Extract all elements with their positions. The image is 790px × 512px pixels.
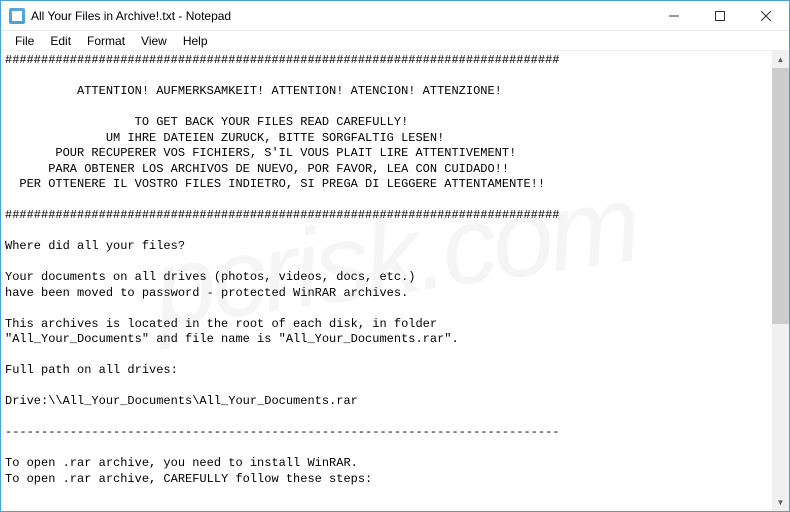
text-content[interactable]: ########################################… [1, 51, 772, 511]
menu-file[interactable]: File [7, 32, 42, 50]
close-icon [761, 11, 771, 21]
menu-view[interactable]: View [133, 32, 175, 50]
maximize-icon [715, 11, 725, 21]
scroll-thumb[interactable] [772, 68, 789, 324]
content-area: ########################################… [1, 51, 789, 511]
notepad-window: All Your Files in Archive!.txt - Notepad… [0, 0, 790, 512]
minimize-button[interactable] [651, 1, 697, 30]
scroll-up-arrow[interactable]: ▲ [772, 51, 789, 68]
notepad-icon [9, 8, 25, 24]
minimize-icon [669, 11, 679, 21]
menu-help[interactable]: Help [175, 32, 216, 50]
window-title: All Your Files in Archive!.txt - Notepad [31, 9, 651, 23]
window-controls [651, 1, 789, 30]
menu-format[interactable]: Format [79, 32, 133, 50]
menubar: File Edit Format View Help [1, 31, 789, 51]
titlebar[interactable]: All Your Files in Archive!.txt - Notepad [1, 1, 789, 31]
maximize-button[interactable] [697, 1, 743, 30]
close-button[interactable] [743, 1, 789, 30]
vertical-scrollbar[interactable]: ▲ ▼ [772, 51, 789, 511]
menu-edit[interactable]: Edit [42, 32, 79, 50]
scroll-track[interactable] [772, 68, 789, 494]
scroll-down-arrow[interactable]: ▼ [772, 494, 789, 511]
